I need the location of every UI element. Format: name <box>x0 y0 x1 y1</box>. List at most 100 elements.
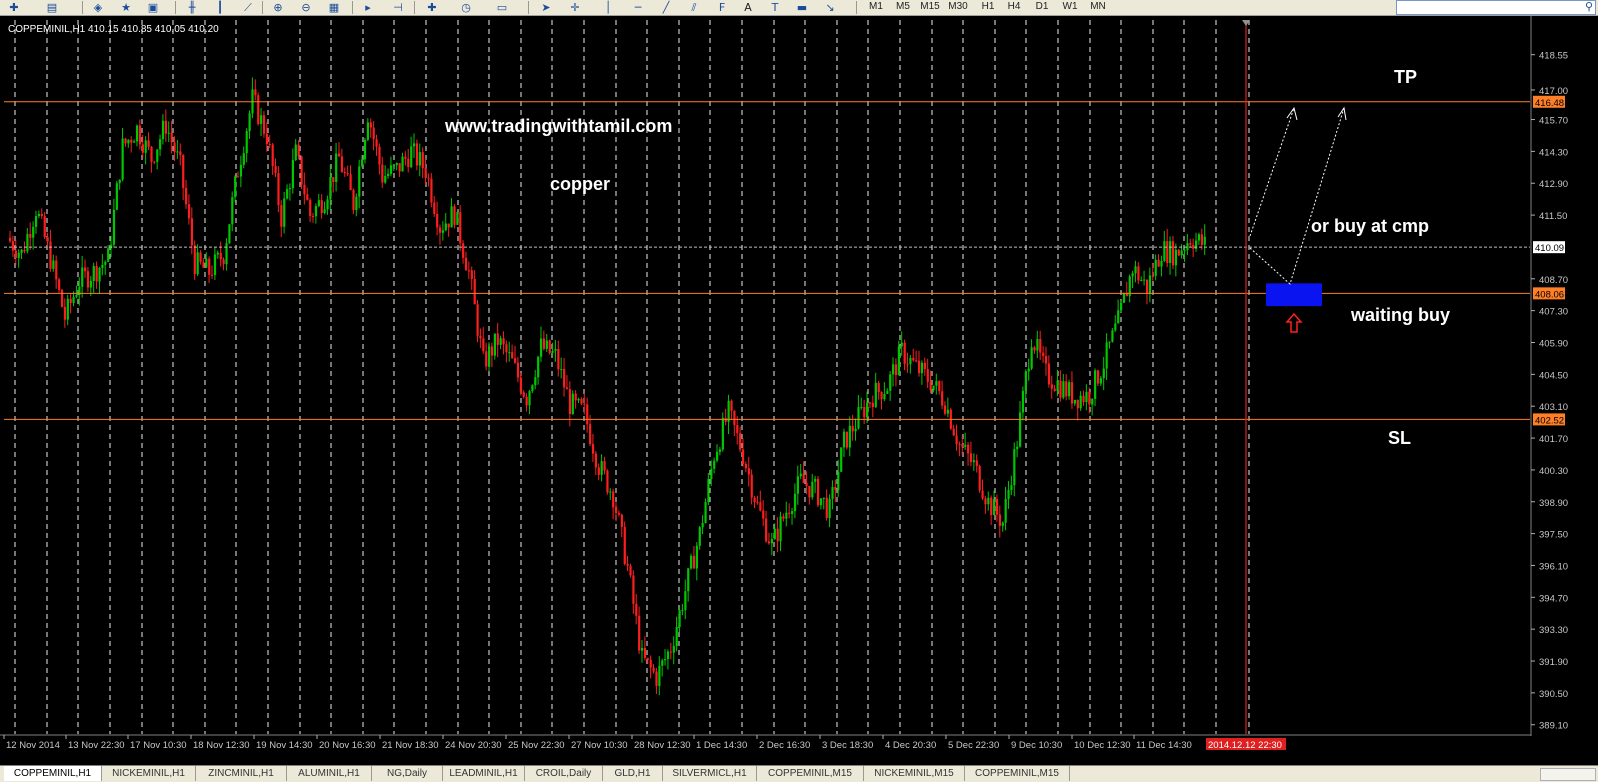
candle-body <box>1079 395 1082 409</box>
zoom-out-icon[interactable]: ⊖ <box>298 1 314 14</box>
tab-nickeminil-h1[interactable]: NICKEMINIL,H1 <box>102 766 196 781</box>
search-input[interactable]: ⚲ <box>1396 0 1596 15</box>
tab-ng-daily[interactable]: NG,Daily <box>372 766 443 781</box>
candle-body <box>52 260 55 269</box>
tab-coppeminil-h1[interactable]: COPPEMINIL,H1 <box>4 766 102 781</box>
candle-body <box>473 278 476 305</box>
profiles-icon[interactable]: ▤ <box>44 1 60 14</box>
vertical-line-icon[interactable]: │ <box>600 1 616 14</box>
navigator-icon[interactable]: ▣ <box>145 1 161 14</box>
candle-body <box>678 610 681 628</box>
favorites-icon[interactable]: ★ <box>118 1 134 14</box>
tab-aluminil-h1[interactable]: ALUMINIL,H1 <box>287 766 372 781</box>
candle-body <box>1145 279 1149 294</box>
candle-body <box>205 258 208 268</box>
candle-body <box>1114 323 1117 331</box>
candle-body <box>531 385 534 392</box>
timeframe-m30[interactable]: M30 <box>946 0 970 14</box>
candle-body <box>756 502 759 504</box>
indicators-icon[interactable]: ✚ <box>424 1 440 14</box>
candle-body <box>597 467 600 475</box>
candle-body <box>32 226 35 238</box>
candle-chart-icon[interactable]: ┃ <box>212 1 228 14</box>
candle-body <box>234 176 237 198</box>
tab-coppeminil-m15[interactable]: COPPEMINIL,M15 <box>965 766 1070 781</box>
candle-body <box>470 270 473 279</box>
fibonacci-icon[interactable]: F <box>714 1 730 14</box>
tab-nickeminil-m15[interactable]: NICKEMINIL,M15 <box>864 766 965 781</box>
timeframe-h1[interactable]: H1 <box>976 0 1000 14</box>
templates-icon[interactable]: ▭ <box>494 1 510 14</box>
candle-body <box>1088 391 1091 405</box>
arrows-icon[interactable]: ↘ <box>822 1 838 14</box>
zoom-in-icon[interactable]: ⊕ <box>270 1 286 14</box>
candle-body <box>202 262 205 268</box>
candle-body <box>291 160 294 189</box>
crosshair-icon[interactable]: ✛ <box>567 1 583 14</box>
tab-croil-daily[interactable]: CROIL,Daily <box>525 766 603 781</box>
tab-coppeminil-m15[interactable]: COPPEMINIL,M15 <box>757 766 864 781</box>
auto-scroll-icon[interactable]: ▸ <box>360 1 376 14</box>
candle-body <box>1117 310 1120 324</box>
tab-gld-h1[interactable]: GLD,H1 <box>603 766 663 781</box>
text-icon[interactable]: A <box>740 1 756 14</box>
candle-body <box>72 296 75 304</box>
candle-body <box>969 453 973 463</box>
tile-icon[interactable]: ▦ <box>326 1 342 14</box>
timeframe-m15[interactable]: M15 <box>918 0 942 14</box>
candle-body <box>1180 250 1183 256</box>
candle-body <box>606 470 609 493</box>
tab-leadminil-h1[interactable]: LEADMINIL,H1 <box>443 766 525 781</box>
candle-body <box>560 368 563 370</box>
line-chart-icon[interactable]: ⟋ <box>240 1 256 14</box>
candle-body <box>156 149 159 162</box>
candle-body <box>410 146 413 168</box>
time-tick-label: 25 Nov 22:30 <box>508 740 565 751</box>
new-chart-icon[interactable]: ✚ <box>6 1 22 14</box>
tab-scroll-field[interactable] <box>1540 768 1596 781</box>
search-icon[interactable]: ⚲ <box>1585 0 1593 13</box>
bar-chart-icon[interactable]: ╫ <box>184 1 200 14</box>
candle-body <box>646 657 649 660</box>
candle-body <box>1108 341 1111 343</box>
candle-body <box>730 400 733 411</box>
timeframe-m1[interactable]: M1 <box>864 0 888 14</box>
candle-body <box>915 360 918 362</box>
candle-body <box>479 335 482 339</box>
candle-body <box>805 482 808 486</box>
text-label-icon[interactable]: T <box>767 1 783 14</box>
price-chart[interactable]: COPPEMINIL,H1 410.15 410.85 410.05 410.2… <box>0 16 1598 765</box>
chart-shift-icon[interactable]: ⊣ <box>390 1 406 14</box>
equidistant-channel-icon[interactable]: ⫽ <box>686 1 702 14</box>
periods-icon[interactable]: ◷ <box>458 1 474 14</box>
candle-body <box>242 153 245 165</box>
timeframe-w1[interactable]: W1 <box>1058 0 1082 14</box>
price-tick-label: 401.70 <box>1539 434 1568 445</box>
rectangle-icon[interactable]: ▬ <box>794 1 810 14</box>
candle-body <box>744 463 748 469</box>
trendline-icon[interactable]: ╱ <box>658 1 674 14</box>
timeframe-d1[interactable]: D1 <box>1030 0 1054 14</box>
cursor-icon[interactable]: ➤ <box>538 1 554 14</box>
candle-body <box>438 227 442 233</box>
candle-body <box>60 289 64 307</box>
candle-body <box>303 184 306 195</box>
candle-body <box>262 115 266 134</box>
candle-body <box>990 497 993 516</box>
candle-body <box>684 591 687 611</box>
entry-zone[interactable] <box>1266 283 1322 307</box>
timeframe-m5[interactable]: M5 <box>891 0 915 14</box>
candle-body <box>14 250 17 258</box>
price-marker-label: 410.09 <box>1535 243 1564 254</box>
tab-zincminil-h1[interactable]: ZINCMINIL,H1 <box>196 766 287 781</box>
candle-body <box>854 428 857 432</box>
horizontal-line-icon[interactable]: ─ <box>630 1 646 14</box>
price-axis[interactable] <box>1531 16 1598 765</box>
timeframe-h4[interactable]: H4 <box>1002 0 1026 14</box>
timeframe-mn[interactable]: MN <box>1086 0 1110 14</box>
market-watch-icon[interactable]: ◈ <box>90 1 106 14</box>
candle-body <box>825 497 828 519</box>
candle-body <box>1001 522 1004 526</box>
candle-body <box>661 660 664 666</box>
tab-silvermicl-h1[interactable]: SILVERMICL,H1 <box>663 766 757 781</box>
